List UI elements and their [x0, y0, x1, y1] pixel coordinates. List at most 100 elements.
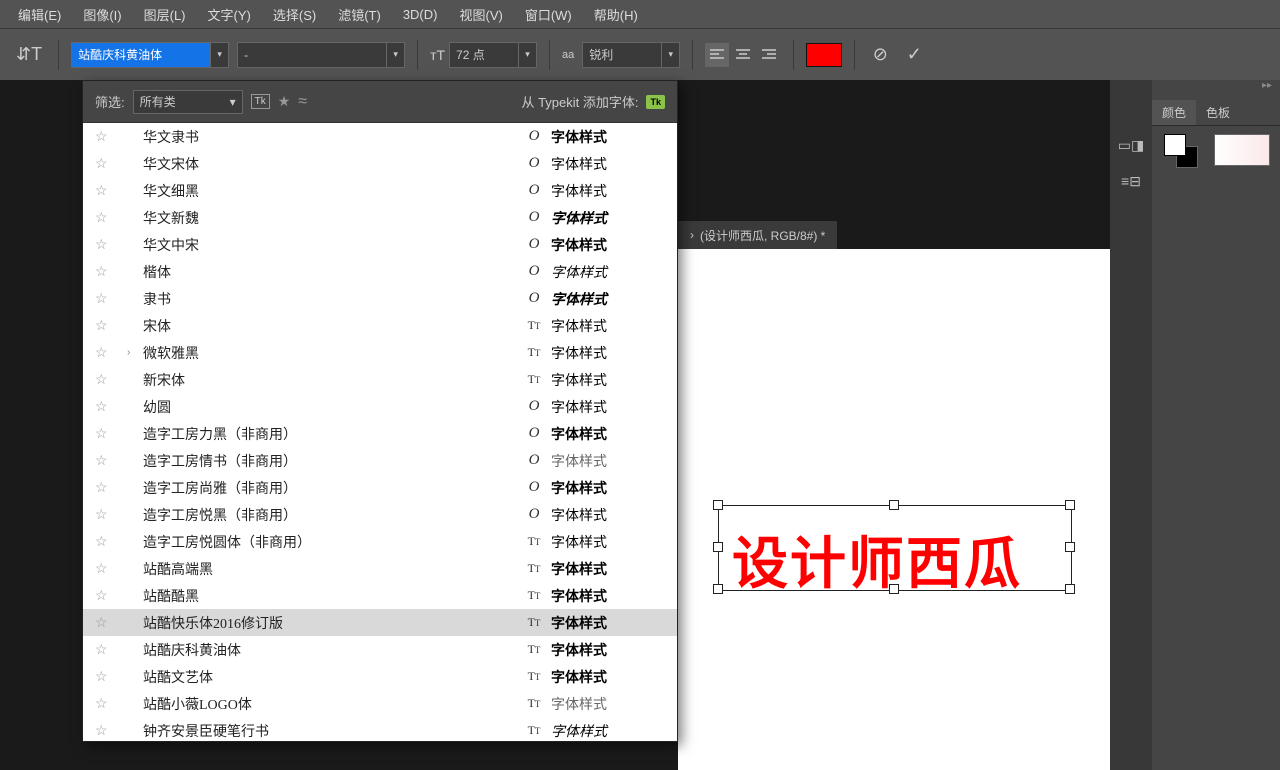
font-row[interactable]: ☆华文新魏O字体样式: [83, 204, 677, 231]
favorite-star-icon[interactable]: ☆: [95, 587, 127, 604]
favorite-star-icon[interactable]: ☆: [95, 479, 127, 496]
align-left-button[interactable]: [705, 43, 729, 67]
expand-icon[interactable]: ›: [127, 347, 143, 358]
font-row[interactable]: ☆造字工房悦圆体（非商用）TT字体样式: [83, 528, 677, 555]
commit-button[interactable]: ✓: [901, 42, 927, 68]
font-row[interactable]: ☆隶书O字体样式: [83, 285, 677, 312]
favorite-star-icon[interactable]: ☆: [95, 182, 127, 199]
menu-image[interactable]: 图像(I): [73, 1, 131, 28]
font-type-icon: O: [517, 479, 551, 496]
tab-color[interactable]: 颜色: [1152, 100, 1196, 125]
favorite-star-icon[interactable]: ☆: [95, 128, 127, 145]
menu-filter[interactable]: 滤镜(T): [328, 1, 391, 28]
favorite-star-icon[interactable]: ☆: [95, 695, 127, 712]
font-type-icon: O: [517, 290, 551, 307]
typekit-filter-icon[interactable]: Tk: [251, 94, 270, 109]
font-row[interactable]: ☆幼圆O字体样式: [83, 393, 677, 420]
text-color-swatch[interactable]: [806, 43, 842, 67]
typekit-add-icon[interactable]: Tk: [646, 95, 665, 109]
favorite-star-icon[interactable]: ☆: [95, 506, 127, 523]
favorite-star-icon[interactable]: ☆: [95, 209, 127, 226]
favorite-star-icon[interactable]: ☆: [95, 452, 127, 469]
font-row[interactable]: ☆钟齐安景臣硬笔行书TT字体样式: [83, 717, 677, 741]
favorite-star-icon[interactable]: ☆: [95, 641, 127, 658]
favorite-star-icon[interactable]: ☆: [95, 371, 127, 388]
favorite-star-icon[interactable]: ☆: [95, 533, 127, 550]
font-row[interactable]: ☆宋体TT字体样式: [83, 312, 677, 339]
panel-collapse-icon[interactable]: ▸▸: [1152, 80, 1280, 100]
history-panel-icon[interactable]: ▭◨: [1116, 130, 1146, 160]
favorite-star-icon[interactable]: ☆: [95, 722, 127, 739]
font-family-dropdown[interactable]: ▾: [211, 42, 229, 68]
color-spectrum[interactable]: [1214, 134, 1270, 166]
align-right-button[interactable]: [757, 43, 781, 67]
favorites-filter-icon[interactable]: ★: [278, 93, 291, 110]
favorite-star-icon[interactable]: ☆: [95, 155, 127, 172]
font-row[interactable]: ☆站酷酷黑TT字体样式: [83, 582, 677, 609]
menu-select[interactable]: 选择(S): [263, 1, 326, 28]
menu-edit[interactable]: 编辑(E): [8, 1, 71, 28]
favorite-star-icon[interactable]: ☆: [95, 344, 127, 361]
font-row[interactable]: ☆造字工房情书（非商用）O字体样式: [83, 447, 677, 474]
favorite-star-icon[interactable]: ☆: [95, 425, 127, 442]
canvas[interactable]: 设计师西瓜: [678, 249, 1110, 770]
font-row[interactable]: ☆站酷快乐体2016修订版TT字体样式: [83, 609, 677, 636]
document-tab[interactable]: › (设计师西瓜, RGB/8#) *: [678, 221, 837, 249]
font-row[interactable]: ☆站酷文艺体TT字体样式: [83, 663, 677, 690]
font-size-input[interactable]: [449, 42, 519, 68]
favorite-star-icon[interactable]: ☆: [95, 236, 127, 253]
font-row[interactable]: ☆华文宋体O字体样式: [83, 150, 677, 177]
menu-layer[interactable]: 图层(L): [134, 1, 196, 28]
favorite-star-icon[interactable]: ☆: [95, 614, 127, 631]
font-row[interactable]: ☆造字工房悦黑（非商用）O字体样式: [83, 501, 677, 528]
font-size-dropdown[interactable]: ▾: [519, 42, 537, 68]
font-row[interactable]: ☆造字工房力黑（非商用）O字体样式: [83, 420, 677, 447]
font-name: 华文宋体: [143, 154, 517, 174]
font-row[interactable]: ☆站酷小薇LOGO体TT字体样式: [83, 690, 677, 717]
font-row[interactable]: ☆华文中宋O字体样式: [83, 231, 677, 258]
menu-view[interactable]: 视图(V): [449, 1, 512, 28]
favorite-star-icon[interactable]: ☆: [95, 398, 127, 415]
antialias-label: aa: [562, 49, 574, 61]
menu-3d[interactable]: 3D(D): [393, 3, 448, 26]
font-row[interactable]: ☆站酷庆科黄油体TT字体样式: [83, 636, 677, 663]
font-row[interactable]: ☆楷体O字体样式: [83, 258, 677, 285]
favorite-star-icon[interactable]: ☆: [95, 317, 127, 334]
font-row[interactable]: ☆造字工房尚雅（非商用）O字体样式: [83, 474, 677, 501]
font-sample: 字体样式: [551, 586, 665, 606]
options-bar: ⇵T ▾ ▾ тT ▾ aa ▾ ⊘ ✓: [0, 28, 1280, 80]
menu-type[interactable]: 文字(Y): [198, 1, 261, 28]
font-sample: 字体样式: [551, 289, 665, 309]
align-center-button[interactable]: [731, 43, 755, 67]
menu-help[interactable]: 帮助(H): [584, 1, 648, 28]
properties-panel-icon[interactable]: ≡⊟: [1116, 166, 1146, 196]
right-panels: ▭◨ ≡⊟ ▸▸ 颜色 色板: [1110, 80, 1280, 770]
font-row[interactable]: ☆›微软雅黑TT字体样式: [83, 339, 677, 366]
antialias-dropdown[interactable]: ▾: [662, 42, 680, 68]
font-name: 造字工房悦圆体（非商用）: [143, 532, 517, 552]
cancel-button[interactable]: ⊘: [867, 42, 893, 68]
favorite-star-icon[interactable]: ☆: [95, 560, 127, 577]
favorite-star-icon[interactable]: ☆: [95, 290, 127, 307]
text-orientation-icon[interactable]: ⇵T: [12, 40, 46, 69]
font-row[interactable]: ☆新宋体TT字体样式: [83, 366, 677, 393]
similarity-filter-icon[interactable]: ≈: [298, 93, 307, 111]
font-style-input[interactable]: [237, 42, 387, 68]
font-list[interactable]: ☆华文隶书O字体样式☆华文宋体O字体样式☆华文细黑O字体样式☆华文新魏O字体样式…: [83, 123, 677, 741]
menubar: 编辑(E) 图像(I) 图层(L) 文字(Y) 选择(S) 滤镜(T) 3D(D…: [0, 0, 1280, 28]
favorite-star-icon[interactable]: ☆: [95, 668, 127, 685]
canvas-text[interactable]: 设计师西瓜: [732, 519, 1022, 600]
font-sample: 字体样式: [551, 343, 665, 363]
tab-swatches[interactable]: 色板: [1196, 100, 1240, 125]
favorite-star-icon[interactable]: ☆: [95, 263, 127, 280]
font-style-dropdown[interactable]: ▾: [387, 42, 405, 68]
antialias-input[interactable]: [582, 42, 662, 68]
font-family-input[interactable]: [71, 42, 211, 68]
menu-window[interactable]: 窗口(W): [515, 1, 582, 28]
font-row[interactable]: ☆华文隶书O字体样式: [83, 123, 677, 150]
font-row[interactable]: ☆华文细黑O字体样式: [83, 177, 677, 204]
font-type-icon: O: [517, 398, 551, 415]
filter-class-dropdown[interactable]: 所有类▾: [133, 90, 243, 114]
foreground-color-swatch[interactable]: [1164, 134, 1186, 156]
font-row[interactable]: ☆站酷高端黑TT字体样式: [83, 555, 677, 582]
